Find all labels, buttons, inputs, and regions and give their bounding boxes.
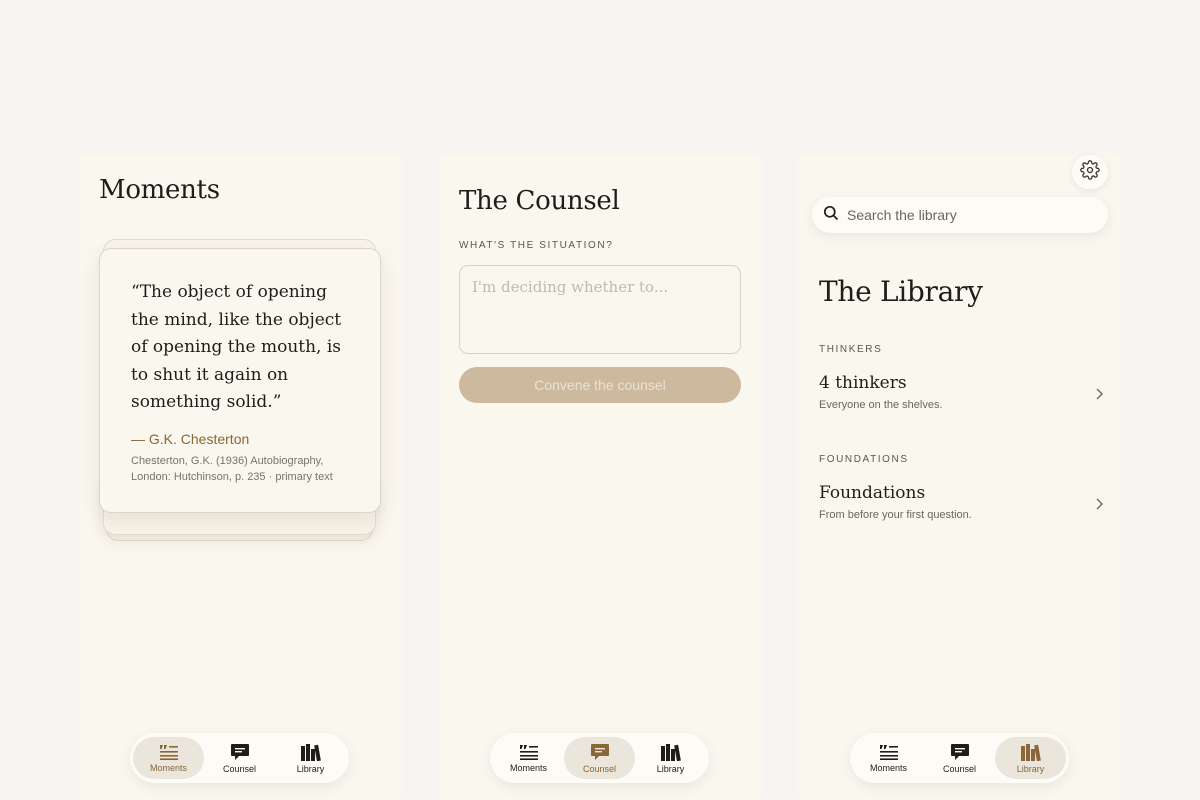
situation-label: WHAT'S THE SITUATION? [459,240,614,251]
row-title: 4 thinkers [819,373,907,393]
chevron-right-icon [1095,497,1103,515]
speech-bubble-icon [950,743,970,761]
books-icon [1020,743,1042,761]
quote-card[interactable]: “The object of opening the mind, like th… [99,248,381,513]
tab-counsel[interactable]: Counsel [924,737,995,779]
chevron-right-icon [1095,387,1103,405]
search-input[interactable] [847,207,1087,223]
tab-label: Moments [149,762,187,773]
tab-moments[interactable]: Moments [853,737,924,779]
tab-library[interactable]: Library [995,737,1066,779]
page-title: The Library [819,275,983,308]
row-subtitle: Everyone on the shelves. [819,399,943,411]
tab-label: Counsel [222,763,257,774]
tab-label: Library [296,763,325,774]
quote-text: “The object of opening the mind, like th… [131,282,342,412]
section-label-thinkers: THINKERS [819,344,883,355]
settings-button[interactable] [1072,155,1108,189]
thinkers-row[interactable]: 4 thinkers Everyone on the shelves. [819,373,1107,417]
tab-bar: Moments Counsel Library [850,733,1069,783]
library-screen: The Library THINKERS 4 thinkers Everyone… [798,155,1120,800]
books-icon [300,743,322,761]
moments-screen: Moments “The object of opening the mind,… [80,155,402,800]
tab-moments[interactable]: Moments [133,737,204,779]
tab-label: Counsel [942,763,977,774]
page-title: The Counsel [459,186,620,216]
page-title: Moments [99,175,220,205]
tab-bar: Moments Counsel Library [490,733,709,783]
search-bar[interactable] [812,197,1108,233]
search-icon [823,205,839,226]
speech-bubble-icon [230,743,250,761]
tab-label: Library [656,763,685,774]
tab-label: Counsel [582,763,617,774]
quote-lines-icon [879,744,899,760]
convene-button[interactable]: Convene the counsel [459,367,741,403]
speech-bubble-icon [590,743,610,761]
tab-label: Moments [509,762,547,773]
tab-label: Library [1016,763,1045,774]
tab-label: Moments [869,762,907,773]
counsel-screen: The Counsel WHAT'S THE SITUATION? Conven… [440,155,762,800]
quote-lines-icon [519,744,539,760]
tab-counsel[interactable]: Counsel [564,737,635,779]
quote-lines-icon [159,744,179,760]
gear-icon [1080,159,1100,185]
tab-bar: Moments Counsel Library [130,733,349,783]
books-icon [660,743,682,761]
tab-library[interactable]: Library [635,737,706,779]
row-subtitle: From before your first question. [819,509,972,521]
tab-counsel[interactable]: Counsel [204,737,275,779]
tab-moments[interactable]: Moments [493,737,564,779]
tab-library[interactable]: Library [275,737,346,779]
situation-input[interactable] [459,265,741,354]
row-title: Foundations [819,483,926,503]
quote-author: — G.K. Chesterton [131,430,250,447]
section-label-foundations: FOUNDATIONS [819,454,909,465]
quote-source: Chesterton, G.K. (1936) Autobiography, L… [131,454,333,483]
foundations-row[interactable]: Foundations From before your first quest… [819,483,1107,527]
